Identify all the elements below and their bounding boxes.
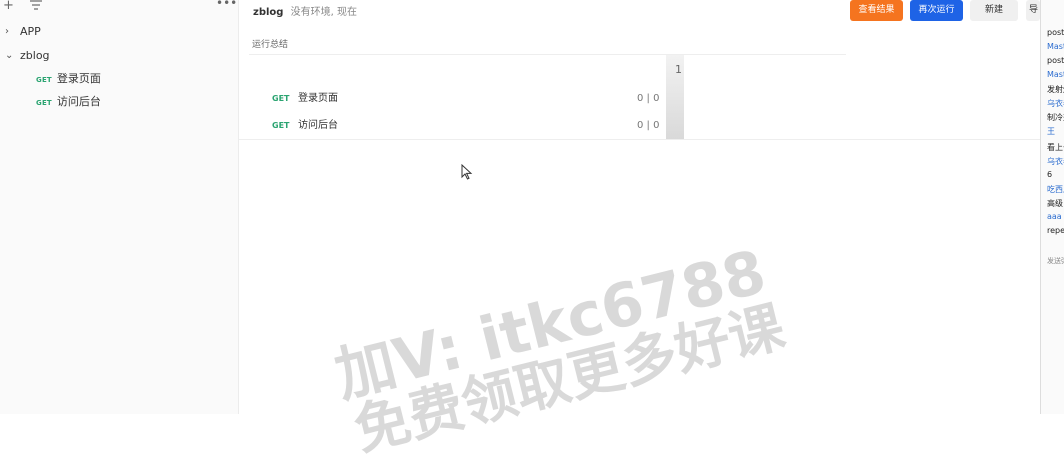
method-badge: GET xyxy=(272,121,290,130)
method-badge: GET xyxy=(272,94,290,103)
chat-message: post! xyxy=(1047,56,1064,65)
tree-item-zblog[interactable]: ⌄ zblog xyxy=(0,46,238,66)
result-counts: 0 | 0 xyxy=(637,93,660,104)
request-item-admin[interactable]: GET 访问后台 xyxy=(0,92,238,112)
result-row[interactable]: GET 访问后台 0 | 0 xyxy=(239,116,669,136)
chat-message: 发射炮 xyxy=(1047,85,1064,94)
more-icon[interactable]: ••• xyxy=(216,0,237,9)
view-results-button[interactable]: 查看结果 xyxy=(850,0,903,21)
method-badge: GET xyxy=(36,99,52,107)
chat-message: 吃西瓜 xyxy=(1047,185,1064,194)
chat-message: 6 xyxy=(1047,170,1053,179)
chat-message: 乌衣巷 xyxy=(1047,99,1064,108)
chat-message: Master xyxy=(1047,42,1064,51)
tree-item-app[interactable]: › APP xyxy=(0,22,238,42)
mouse-cursor-icon xyxy=(461,163,473,183)
plus-icon[interactable]: + xyxy=(3,0,14,12)
sidebar-toolbar: + ••• xyxy=(0,0,238,14)
chevron-right-icon: › xyxy=(5,26,9,37)
result-row[interactable]: GET 登录页面 0 | 0 xyxy=(239,89,669,109)
chat-message: posts xyxy=(1047,28,1064,37)
tree-item-label: APP xyxy=(20,25,41,38)
runner-main: zblog 没有环境, 现在 查看结果 再次运行 新建 导 运行总结 1 GET… xyxy=(239,0,1040,414)
chat-message: Master xyxy=(1047,70,1064,79)
method-badge: GET xyxy=(36,76,52,84)
filter-icon[interactable] xyxy=(30,0,42,13)
chevron-down-icon: ⌄ xyxy=(5,50,14,61)
iteration-number: 1 xyxy=(675,63,682,76)
chat-message: 乌衣巷 xyxy=(1047,157,1064,166)
chat-message: 高级 xyxy=(1047,199,1063,208)
chat-message: 发送弹幕 xyxy=(1047,257,1064,265)
collections-sidebar: + ••• › APP ⌄ zblog GET 登录页面 GET 访问后台 xyxy=(0,0,239,414)
tree-item-label: zblog xyxy=(20,49,50,62)
run-summary-title: 运行总结 xyxy=(252,40,289,50)
environment-text: 没有环境, 现在 xyxy=(290,7,357,18)
chat-message: repeat xyxy=(1047,226,1064,235)
chat-panel: postsMasterpost!Master发射炮乌衣巷制冷剂王看上去乌衣巷6吃… xyxy=(1040,0,1064,414)
request-item-login[interactable]: GET 登录页面 xyxy=(0,69,238,89)
request-label: 访问后台 xyxy=(56,95,101,108)
chat-message: 看上去 xyxy=(1047,143,1064,152)
request-label: 登录页面 xyxy=(56,72,101,85)
chat-message: 王 xyxy=(1047,127,1055,136)
run-again-button[interactable]: 再次运行 xyxy=(910,0,963,21)
export-button[interactable]: 导 xyxy=(1026,0,1040,21)
new-button[interactable]: 新建 xyxy=(970,0,1018,21)
result-name: 登录页面 xyxy=(298,93,338,104)
result-counts: 0 | 0 xyxy=(637,120,660,131)
chat-message: 制冷剂 xyxy=(1047,113,1064,122)
chat-message: aaa xyxy=(1047,212,1062,221)
result-name: 访问后台 xyxy=(298,120,338,131)
runner-title: zblog 没有环境, 现在 xyxy=(253,3,357,18)
collection-name: zblog xyxy=(253,7,284,18)
